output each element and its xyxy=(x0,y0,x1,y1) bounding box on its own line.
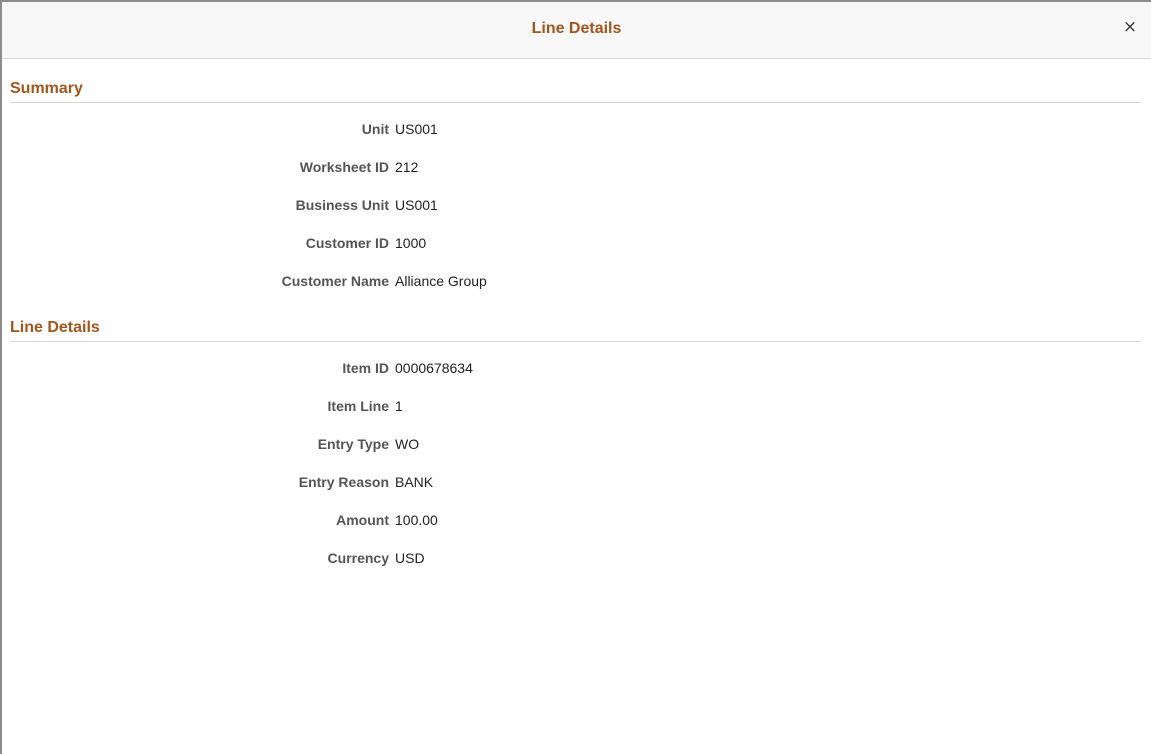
field-label: Entry Type xyxy=(317,436,389,452)
field-label: Amount xyxy=(336,512,389,528)
field-label: Unit xyxy=(361,121,389,137)
close-icon[interactable]: × xyxy=(1121,18,1139,36)
field-label: Entry Reason xyxy=(298,474,389,490)
field-row-entry-type: Entry Type WO xyxy=(10,436,1141,456)
field-value: 1 xyxy=(395,398,403,414)
field-value: 1000 xyxy=(395,235,427,251)
field-row-amount: Amount 100.00 xyxy=(10,512,1141,532)
summary-section: Summary Unit US001 Worksheet ID 212 Busi… xyxy=(10,78,1141,293)
field-row-customer-id: Customer ID 1000 xyxy=(10,235,1141,255)
line-details-dialog: Line Details × Summary Unit US001 Worksh… xyxy=(0,0,1151,754)
field-value: Alliance Group xyxy=(395,273,487,289)
field-value: USD xyxy=(395,550,425,566)
field-row-customer-name: Customer Name Alliance Group xyxy=(10,273,1141,293)
field-row-item-line: Item Line 1 xyxy=(10,398,1141,418)
dialog-titlebar: Line Details × xyxy=(2,2,1151,59)
field-row-entry-reason: Entry Reason BANK xyxy=(10,474,1141,494)
field-value: 212 xyxy=(395,159,419,175)
field-label: Worksheet ID xyxy=(299,159,389,175)
field-value: BANK xyxy=(395,474,434,490)
field-value: WO xyxy=(395,436,420,452)
field-label: Business Unit xyxy=(295,197,389,213)
field-value: 0000678634 xyxy=(395,360,473,376)
field-label: Item ID xyxy=(342,360,389,376)
line-details-section: Line Details Item ID 0000678634 Item Lin… xyxy=(10,317,1141,570)
field-row-worksheet-id: Worksheet ID 212 xyxy=(10,159,1141,179)
field-label: Customer Name xyxy=(281,273,389,289)
field-row-business-unit: Business Unit US001 xyxy=(10,197,1141,217)
field-label: Currency xyxy=(327,550,389,566)
field-row-currency: Currency USD xyxy=(10,550,1141,570)
line-details-header: Line Details xyxy=(10,317,1141,342)
field-row-unit: Unit US001 xyxy=(10,121,1141,141)
field-value: US001 xyxy=(395,197,438,213)
field-value: US001 xyxy=(395,121,438,137)
summary-header: Summary xyxy=(10,78,1141,103)
field-label: Customer ID xyxy=(305,235,389,251)
dialog-title: Line Details xyxy=(531,20,622,37)
field-value: 100.00 xyxy=(395,512,438,528)
field-row-item-id: Item ID 0000678634 xyxy=(10,360,1141,380)
field-label: Item Line xyxy=(327,398,389,414)
